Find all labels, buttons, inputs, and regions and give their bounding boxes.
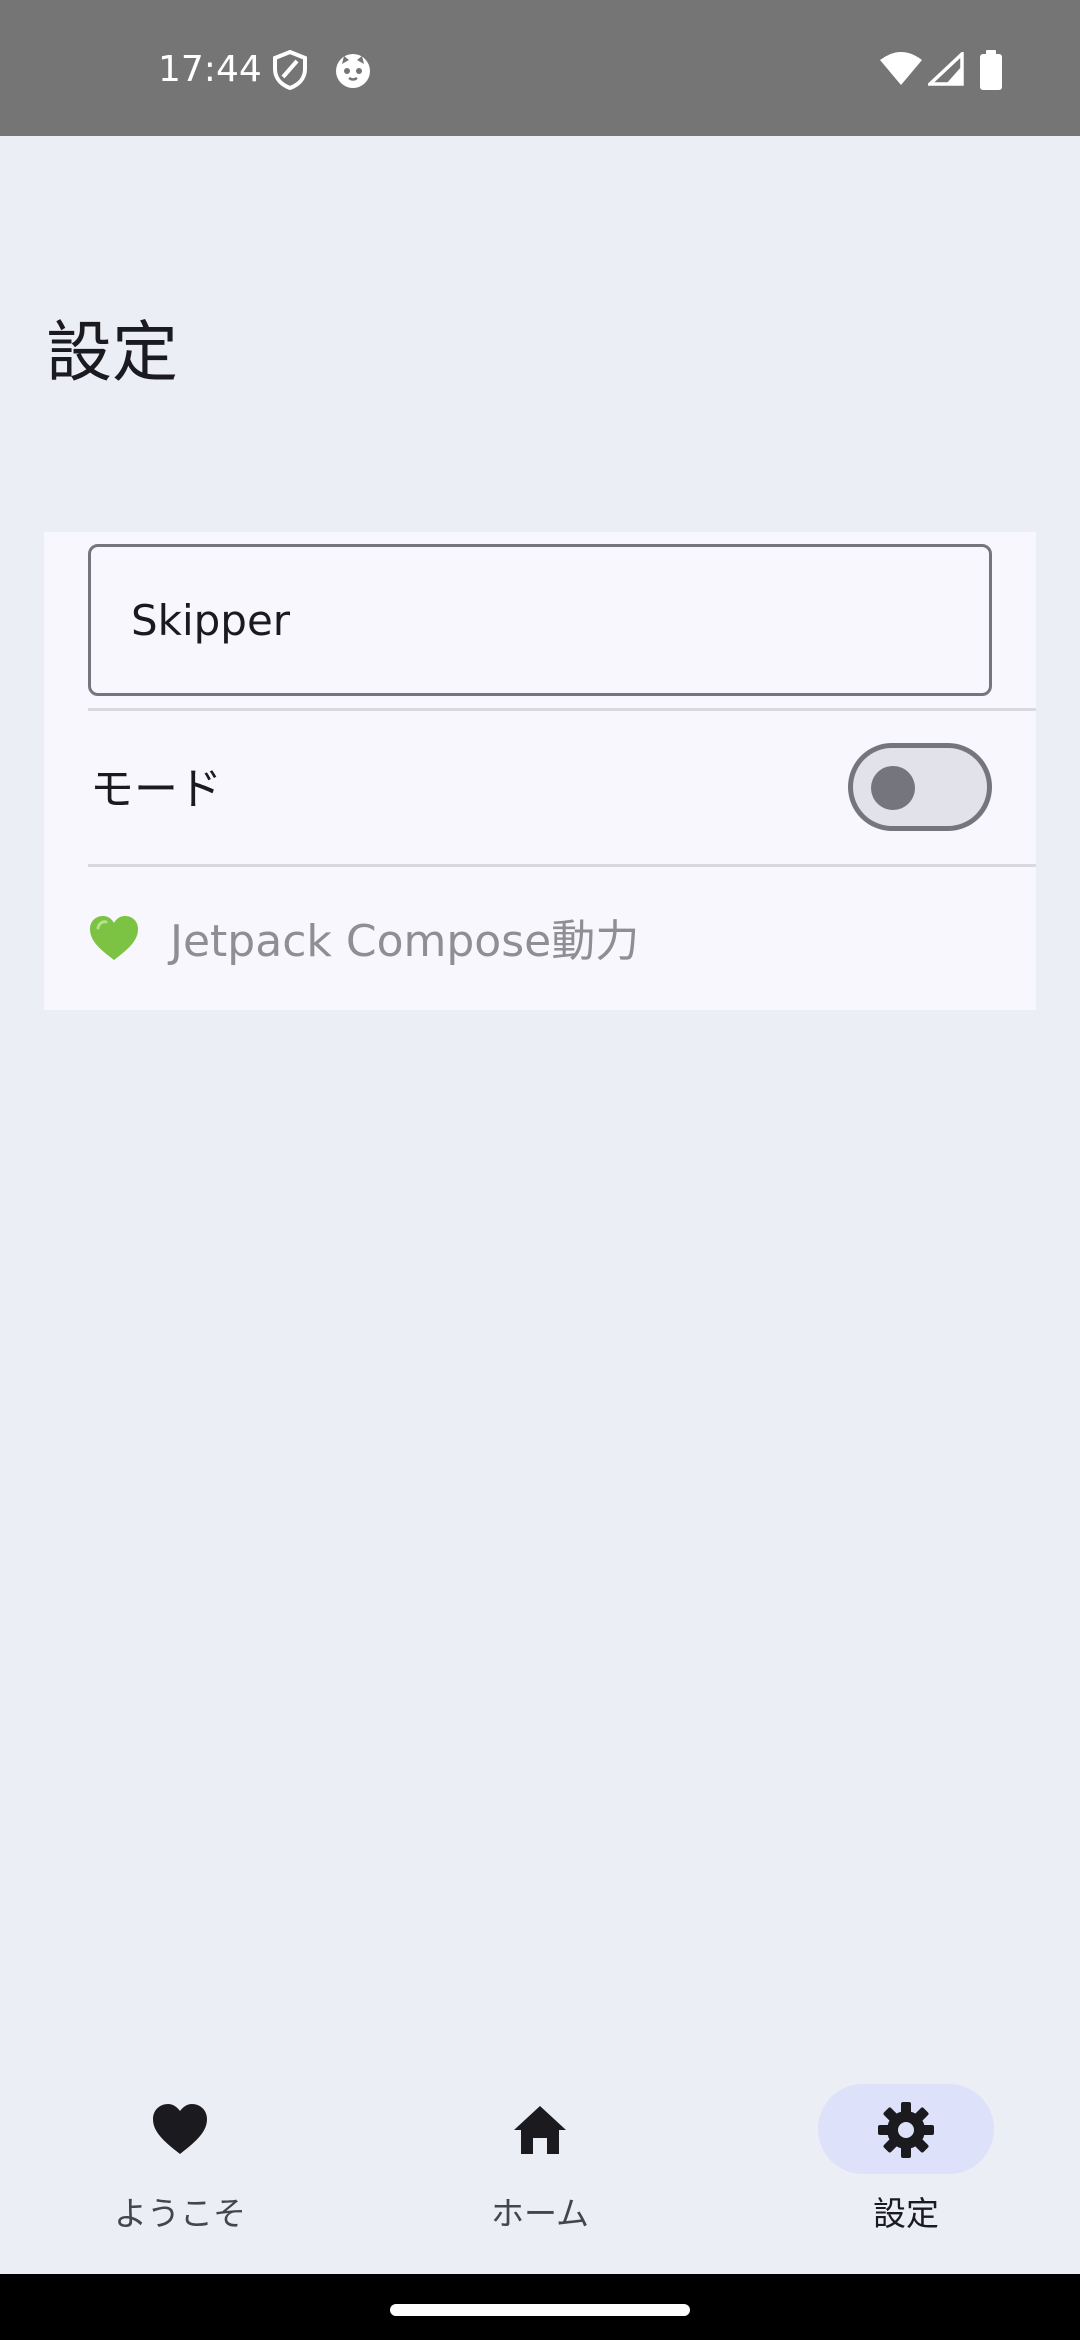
name-field[interactable] bbox=[88, 544, 992, 696]
screen: 17:44 設定 Skipper モード Jetpack Compose動力 よ… bbox=[0, 0, 1080, 2340]
name-input[interactable] bbox=[131, 547, 951, 693]
status-bar: 17:44 bbox=[0, 0, 1080, 136]
mode-label: モード bbox=[90, 764, 222, 815]
nav-label-welcome: ようこそ bbox=[114, 2194, 246, 2233]
divider bbox=[88, 708, 1036, 711]
home-icon bbox=[510, 2102, 570, 2162]
toggle-thumb bbox=[871, 766, 915, 810]
gesture-navigation-bar bbox=[0, 2274, 1080, 2340]
wifi-icon bbox=[880, 52, 922, 90]
nav-label-home: ホーム bbox=[490, 2194, 589, 2233]
heart-icon bbox=[150, 2100, 210, 2160]
nav-item-welcome[interactable]: ようこそ bbox=[0, 2048, 360, 2274]
nav-item-home[interactable]: ホーム bbox=[360, 2048, 720, 2274]
cell-signal-icon bbox=[925, 49, 964, 90]
powered-by-text: Jetpack Compose動力 bbox=[170, 916, 640, 967]
status-time: 17:44 bbox=[158, 49, 262, 90]
nav-label-settings: 設定 bbox=[873, 2194, 939, 2233]
shield-icon bbox=[272, 49, 308, 94]
gesture-handle[interactable] bbox=[390, 2304, 690, 2316]
green-heart-icon bbox=[88, 914, 140, 966]
bottom-navigation: ようこそ ホーム 設定 bbox=[0, 2048, 1080, 2274]
mode-toggle[interactable] bbox=[848, 743, 992, 831]
battery-icon bbox=[980, 50, 1002, 94]
nav-item-settings[interactable]: 設定 bbox=[726, 2048, 1080, 2274]
page-title: 設定 bbox=[46, 314, 178, 391]
cat-face-icon bbox=[334, 50, 372, 94]
divider bbox=[88, 864, 1036, 867]
gear-icon bbox=[876, 2100, 936, 2160]
